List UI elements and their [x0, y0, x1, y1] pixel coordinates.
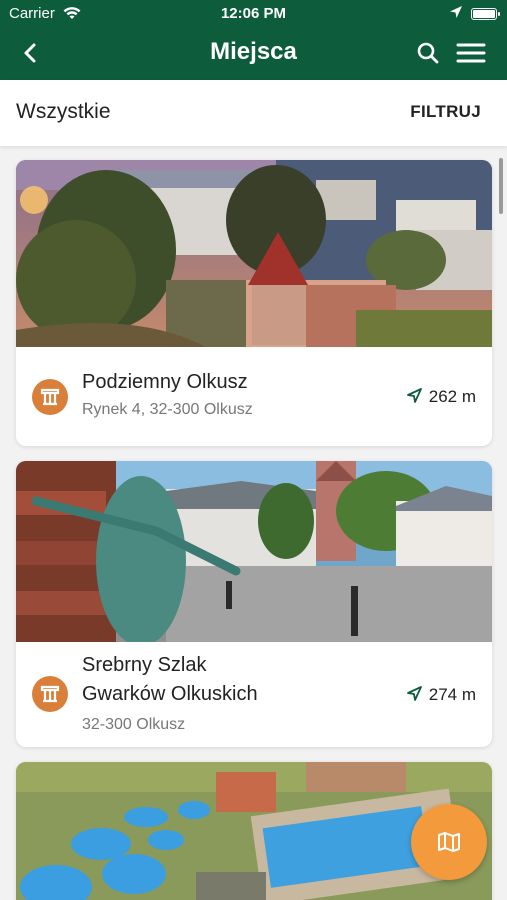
column-landmark-icon — [40, 388, 60, 406]
column-landmark-icon — [40, 685, 60, 703]
place-card[interactable]: Srebrny Szlak Gwarków Olkuskich 32-300 O… — [16, 461, 492, 747]
place-photo — [16, 461, 492, 642]
app-header: Miejsca — [0, 28, 507, 80]
place-photo — [16, 160, 492, 347]
category-icon — [32, 379, 68, 415]
menu-button[interactable] — [455, 38, 487, 68]
place-distance: 262 m — [406, 387, 476, 407]
place-address: Rynek 4, 32-300 Olkusz — [82, 401, 253, 418]
map-view-button[interactable] — [411, 804, 487, 880]
filter-button[interactable]: FILTRUJ — [410, 102, 481, 122]
status-time: 12:06 PM — [220, 5, 287, 22]
place-card[interactable]: Podziemny Olkusz Rynek 4, 32-300 Olkusz … — [16, 160, 492, 446]
search-icon — [417, 42, 439, 64]
search-button[interactable] — [414, 38, 442, 68]
navigation-arrow-icon — [406, 388, 422, 403]
category-icon — [32, 676, 68, 712]
battery-icon — [471, 8, 500, 20]
location-arrow-icon — [449, 5, 463, 23]
scroll-indicator — [499, 158, 503, 214]
category-selector[interactable]: Wszystkie — [16, 100, 111, 124]
filter-bar: Wszystkie FILTRUJ — [0, 80, 507, 146]
place-title-line-1: Srebrny Szlak — [82, 654, 207, 676]
place-distance: 274 m — [406, 685, 476, 705]
place-address: 32-300 Olkusz — [82, 716, 186, 733]
navigation-arrow-icon — [406, 686, 422, 701]
place-title: Podziemny Olkusz — [82, 371, 248, 393]
place-title-line-2: Gwarków Olkuskich — [82, 683, 258, 705]
map-icon — [438, 832, 460, 852]
status-bar: Carrier 12:06 PM — [0, 0, 507, 28]
hamburger-menu-icon — [456, 43, 486, 63]
